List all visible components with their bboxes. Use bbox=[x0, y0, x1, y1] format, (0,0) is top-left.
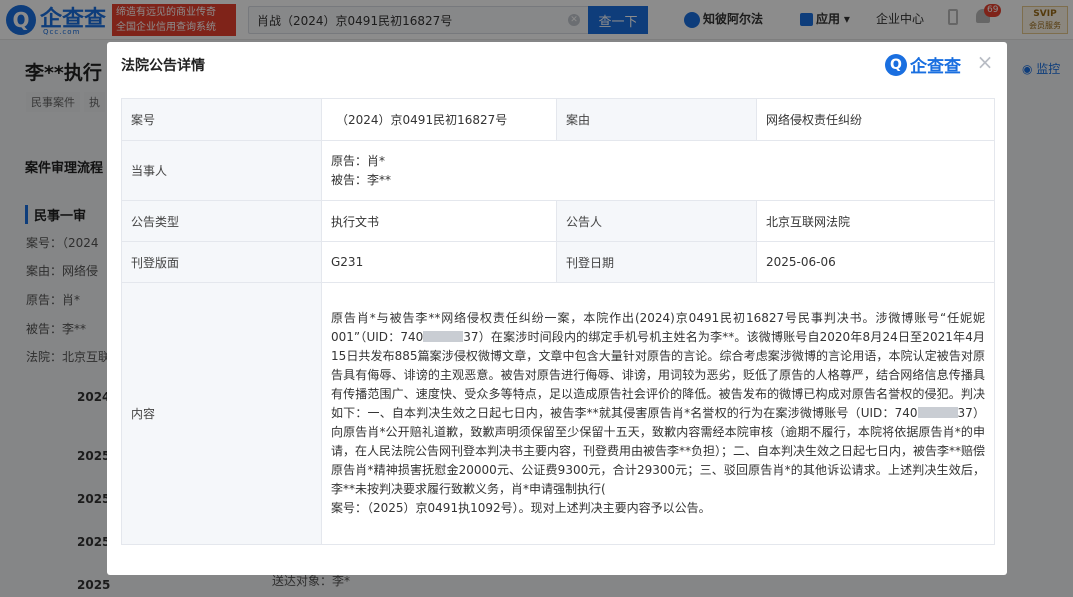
type-value: 执行文书 bbox=[321, 200, 557, 242]
date-value: 2025-06-06 bbox=[756, 241, 995, 283]
content-text-4: 案号：（2025）京0491执1092号）。现对上述判决主要内容予以公告。 bbox=[331, 501, 711, 515]
table-row: 内容 原告肖*与被告李**网络侵权责任纠纷一案，本院作出(2024)京0491民… bbox=[121, 282, 995, 545]
content-label: 内容 bbox=[121, 282, 322, 545]
announcer-value: 北京互联网法院 bbox=[756, 200, 995, 242]
case-no-label: 案号 bbox=[121, 98, 322, 141]
page-value: G231 bbox=[321, 241, 557, 283]
table-row: 公告类型 执行文书 公告人 北京互联网法院 bbox=[121, 200, 995, 242]
table-row: 当事人 原告：肖* 被告：李** bbox=[121, 140, 995, 201]
table-row: 刊登版面 G231 刊登日期 2025-06-06 bbox=[121, 241, 995, 283]
announcer-label: 公告人 bbox=[556, 200, 757, 242]
modal-title: 法院公告详情 bbox=[121, 58, 205, 74]
cause-value: 网络侵权责任纠纷 bbox=[756, 98, 995, 141]
parties-label: 当事人 bbox=[121, 140, 322, 201]
modal-logo-text: 企查查 bbox=[910, 57, 961, 77]
masked-uid bbox=[423, 331, 464, 342]
plaintiff-value: 原告：肖* bbox=[331, 153, 386, 168]
content-text-2: 37）在案涉时间段内的绑定手机号机主姓名为李**。该微博账号自2020年8月24… bbox=[331, 330, 986, 420]
type-label: 公告类型 bbox=[121, 200, 322, 242]
case-no-link[interactable]: （2024）京0491民初16827号 bbox=[321, 98, 557, 141]
announcement-modal: 法院公告详情 Q 企查查 × 案号 （2024）京0491民初16827号 案由… bbox=[107, 42, 1007, 575]
modal-logo: Q 企查查 bbox=[885, 52, 961, 77]
defendant-value: 被告：李** bbox=[331, 172, 392, 187]
cause-label: 案由 bbox=[556, 98, 757, 141]
content-value: 原告肖*与被告李**网络侵权责任纠纷一案，本院作出(2024)京0491民初16… bbox=[321, 282, 995, 545]
table-row: 案号 （2024）京0491民初16827号 案由 网络侵权责任纠纷 bbox=[121, 98, 995, 141]
close-icon[interactable]: × bbox=[975, 52, 995, 72]
page-label: 刊登版面 bbox=[121, 241, 322, 283]
logo-icon: Q bbox=[885, 53, 907, 76]
announcement-table: 案号 （2024）京0491民初16827号 案由 网络侵权责任纠纷 当事人 原… bbox=[121, 98, 995, 545]
masked-uid bbox=[917, 407, 958, 418]
parties-value: 原告：肖* 被告：李** bbox=[321, 140, 995, 201]
date-label: 刊登日期 bbox=[556, 241, 757, 283]
